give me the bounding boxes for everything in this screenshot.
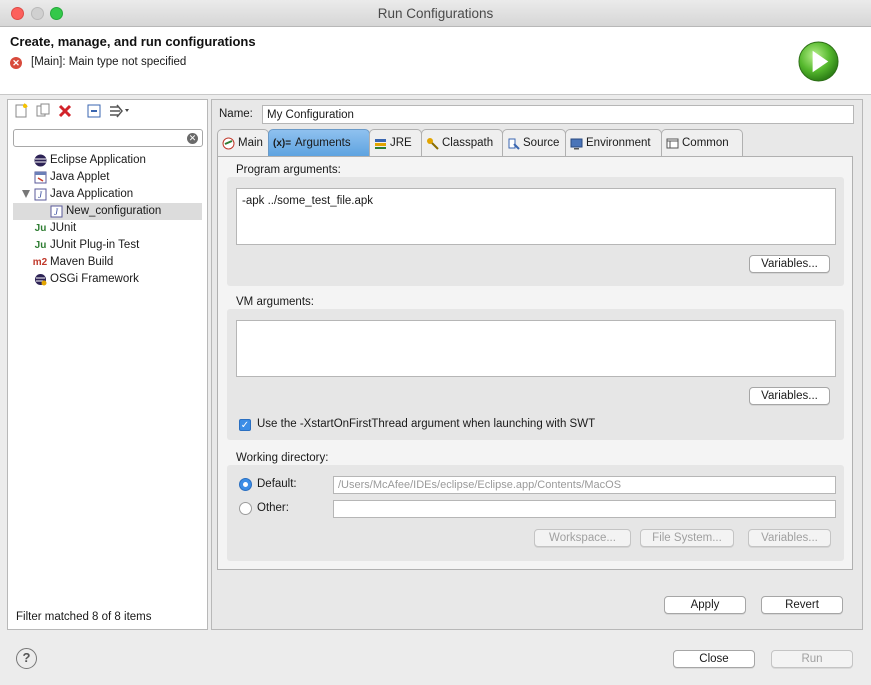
tab-jre[interactable]: JRE [369, 129, 422, 156]
tree-item-label: OSGi Framework [50, 273, 139, 285]
swt-checkbox-label: Use the -XstartOnFirstThread argument wh… [257, 418, 596, 430]
tree-item-junit[interactable]: Ju JUnit [8, 220, 207, 237]
file-system-button[interactable]: File System... [640, 529, 734, 547]
tab-label: Environment [586, 137, 651, 149]
tab-arguments[interactable]: (x)= Arguments [268, 129, 370, 156]
vm-arguments-field[interactable] [236, 320, 836, 377]
name-label: Name: [219, 108, 253, 120]
filter-input[interactable]: ✕ [13, 129, 203, 147]
help-icon[interactable]: ? [16, 648, 37, 669]
default-radio[interactable] [239, 478, 252, 491]
vm-arguments-label: VM arguments: [236, 296, 314, 308]
jre-tab-icon [374, 137, 387, 150]
title-bar: Run Configurations [0, 0, 871, 27]
arguments-tab-icon: (x)= [273, 138, 292, 149]
tree-item-label: JUnit [50, 222, 77, 234]
java-app-icon: J [34, 188, 47, 201]
run-icon [798, 41, 839, 82]
tab-label: Source [523, 137, 560, 149]
tree-item-label: JUnit Plug-in Test [50, 239, 140, 251]
arguments-tab-content: Program arguments: -apk ../some_test_fil… [217, 156, 853, 570]
maven-icon: m2 [32, 257, 48, 268]
tab-classpath[interactable]: Classpath [421, 129, 503, 156]
name-input[interactable]: My Configuration [262, 105, 854, 124]
banner-title: Create, manage, and run configurations [10, 34, 256, 49]
error-message: [Main]: Main type not specified [31, 56, 187, 68]
revert-button[interactable]: Revert [761, 596, 843, 614]
configuration-tree-panel: ✕ Eclipse Application Java Applet J Java… [7, 99, 208, 630]
default-label: Default: [257, 478, 297, 490]
tree-item-java-applet[interactable]: Java Applet [8, 169, 207, 186]
main-tab-icon [222, 137, 235, 150]
program-arguments-label: Program arguments: [236, 164, 341, 176]
expand-triangle-icon[interactable] [22, 190, 30, 198]
junit-plugin-icon: Ju [34, 240, 47, 251]
configuration-editor: Name: My Configuration Main (x)= Argumen… [211, 99, 863, 630]
classpath-tab-icon [426, 137, 439, 150]
source-tab-icon [507, 137, 520, 150]
clear-filter-icon[interactable]: ✕ [187, 133, 198, 144]
other-radio[interactable] [239, 502, 252, 515]
tab-source[interactable]: Source [502, 129, 566, 156]
delete-configuration-icon[interactable] [57, 103, 73, 119]
filter-menu-icon[interactable] [108, 103, 132, 119]
eclipse-app-icon [34, 154, 47, 167]
directory-variables-button[interactable]: Variables... [748, 529, 831, 547]
tab-label: Arguments [295, 137, 351, 149]
osgi-icon [34, 273, 47, 286]
header-banner: Create, manage, and run configurations ✕… [0, 27, 871, 95]
tree-item-osgi-framework[interactable]: OSGi Framework [8, 271, 207, 288]
tree-item-label: Eclipse Application [50, 154, 146, 166]
environment-tab-icon [570, 137, 583, 150]
tab-environment[interactable]: Environment [565, 129, 662, 156]
configuration-tree: Eclipse Application Java Applet J Java A… [8, 152, 207, 288]
vm-variables-button[interactable]: Variables... [749, 387, 830, 405]
tab-label: Main [238, 137, 263, 149]
other-directory-field[interactable] [333, 500, 836, 518]
workspace-button[interactable]: Workspace... [534, 529, 631, 547]
working-directory-label: Working directory: [236, 452, 329, 464]
tree-item-junit-plugin-test[interactable]: Ju JUnit Plug-in Test [8, 237, 207, 254]
tree-item-java-application[interactable]: J Java Application [8, 186, 207, 203]
tree-item-label: Maven Build [50, 256, 114, 268]
tab-label: Classpath [442, 137, 494, 149]
junit-icon: Ju [34, 223, 47, 234]
tree-item-label: Java Application [50, 188, 134, 200]
program-arguments-group: -apk ../some_test_file.apk Variables... [227, 177, 844, 286]
default-directory-field: /Users/McAfee/IDEs/eclipse/Eclipse.app/C… [333, 476, 836, 494]
tree-item-label: Java Applet [50, 171, 110, 183]
run-button[interactable]: Run [771, 650, 853, 668]
close-button[interactable]: Close [673, 650, 755, 668]
tree-item-label: New_configuration [66, 205, 162, 217]
error-icon: ✕ [10, 57, 22, 69]
new-configuration-icon[interactable] [13, 103, 29, 119]
tree-item-maven-build[interactable]: m2 Maven Build [8, 254, 207, 271]
apply-button[interactable]: Apply [664, 596, 746, 614]
swt-checkbox[interactable]: ✓ [239, 419, 251, 431]
tab-main[interactable]: Main [217, 129, 269, 156]
window-title: Run Configurations [377, 6, 494, 21]
common-tab-icon [666, 137, 679, 150]
tab-label: JRE [390, 137, 412, 149]
program-variables-button[interactable]: Variables... [749, 255, 830, 273]
java-app-icon: J [50, 205, 63, 218]
tree-item-new-configuration[interactable]: J New_configuration [13, 203, 202, 220]
tree-item-eclipse-application[interactable]: Eclipse Application [8, 152, 207, 169]
vm-arguments-group: Variables... ✓ Use the -XstartOnFirstThr… [227, 309, 844, 440]
program-arguments-field[interactable]: -apk ../some_test_file.apk [236, 188, 836, 245]
collapse-all-icon[interactable] [86, 103, 102, 119]
duplicate-configuration-icon[interactable] [35, 103, 51, 119]
tab-bar: Main (x)= Arguments JRE Classpath Source… [217, 129, 853, 156]
filter-status: Filter matched 8 of 8 items [16, 611, 152, 623]
working-directory-group: Default: /Users/McAfee/IDEs/eclipse/Ecli… [227, 465, 844, 561]
other-label: Other: [257, 502, 289, 514]
tab-common[interactable]: Common [661, 129, 743, 156]
java-applet-icon [34, 171, 47, 184]
tab-label: Common [682, 137, 729, 149]
